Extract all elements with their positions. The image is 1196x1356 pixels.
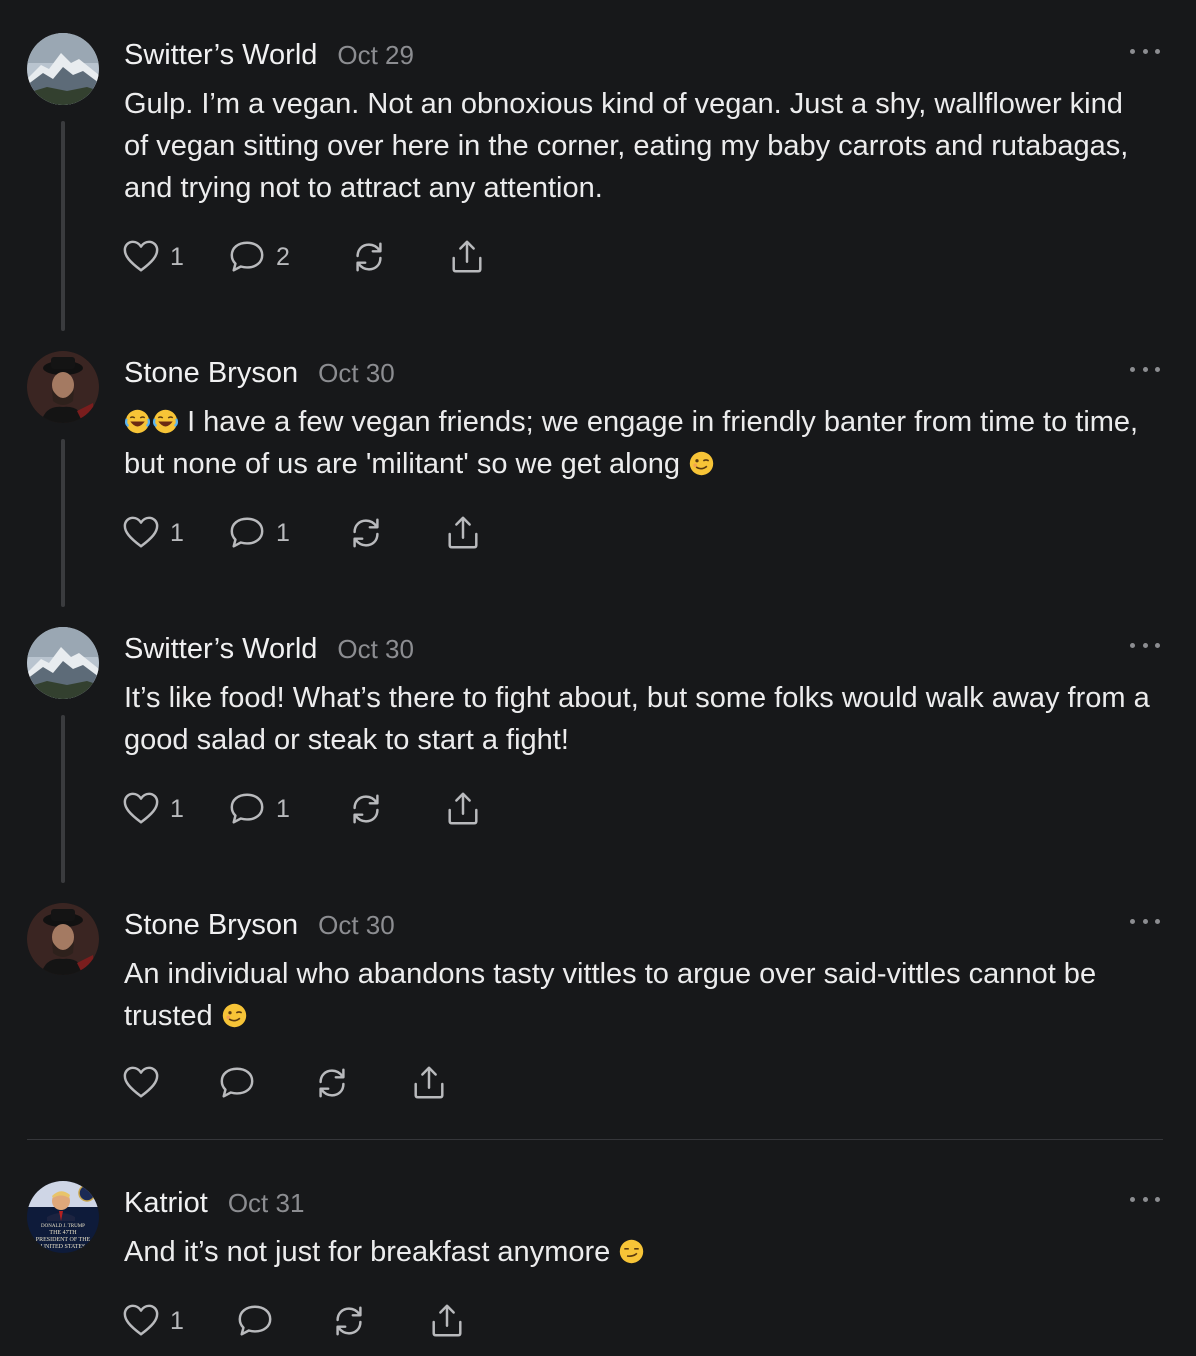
reply-count: 2	[276, 242, 290, 271]
man-in-hat-avatar[interactable]	[27, 903, 99, 975]
reply-button[interactable]: 1	[228, 789, 290, 829]
share-icon	[410, 1064, 448, 1102]
like-count: 1	[170, 518, 184, 547]
like-button[interactable]	[122, 1063, 170, 1103]
author-name[interactable]: Stone Bryson Oct 30	[124, 907, 395, 943]
author-name[interactable]: Katriot Oct 31	[124, 1185, 304, 1221]
author-name-text[interactable]: Switter’s World	[124, 633, 317, 665]
post-date: Oct 30	[337, 634, 414, 664]
more-options-icon[interactable]	[1130, 913, 1160, 929]
post-date: Oct 30	[318, 358, 395, 388]
reply-count: 1	[276, 794, 290, 823]
author-name[interactable]: Switter’s World Oct 30	[124, 631, 414, 667]
post-text: It’s like food! What’s there to fight ab…	[124, 677, 1154, 761]
share-button[interactable]	[444, 789, 482, 829]
reply-button[interactable]: 1	[228, 513, 290, 553]
man-in-hat-avatar[interactable]	[27, 351, 99, 423]
post-text-content: It’s like food! What’s there to fight ab…	[124, 682, 1150, 756]
share-button[interactable]	[428, 1301, 466, 1341]
comment-icon	[218, 1064, 256, 1102]
repost-button[interactable]	[347, 513, 385, 553]
post-date: Oct 29	[337, 40, 414, 70]
repost-button[interactable]	[347, 789, 385, 829]
share-icon	[428, 1302, 466, 1340]
mountain-avatar[interactable]	[27, 33, 99, 105]
heart-icon	[122, 1302, 160, 1340]
heart-icon	[122, 1064, 160, 1102]
share-icon	[444, 514, 482, 552]
post-text: I have a few vegan friends; we engage in…	[124, 401, 1154, 485]
author-name-text[interactable]: Switter’s World	[124, 39, 317, 71]
repost-icon	[350, 238, 388, 276]
comment-icon	[228, 514, 266, 552]
heart-icon	[122, 514, 160, 552]
avatar-caption: THE 47TH	[49, 1230, 77, 1236]
winking-emoji	[688, 450, 715, 477]
reply-button[interactable]	[236, 1301, 274, 1341]
like-count: 1	[170, 242, 184, 271]
share-icon	[444, 790, 482, 828]
comment-icon	[228, 238, 266, 276]
reply-count: 1	[276, 518, 290, 547]
portrait-avatar[interactable]: DONALD J. TRUMP THE 47TH PRESIDENT OF TH…	[27, 1181, 99, 1253]
share-button[interactable]	[410, 1063, 448, 1103]
repost-icon	[313, 1064, 351, 1102]
post-text-content: An individual who abandons tasty vittles…	[124, 958, 1097, 1032]
reply-button[interactable]	[218, 1063, 256, 1103]
avatar-caption: PRESIDENT OF THE	[36, 1237, 91, 1243]
more-options-icon[interactable]	[1130, 1191, 1160, 1207]
like-button[interactable]: 1	[122, 1301, 184, 1341]
smirking-emoji	[618, 1238, 645, 1265]
like-button[interactable]: 1	[122, 789, 184, 829]
more-options-icon[interactable]	[1130, 361, 1160, 377]
avatar-caption: UNITED STATES	[41, 1244, 86, 1250]
like-button[interactable]: 1	[122, 513, 184, 553]
avatar-caption: DONALD J. TRUMP	[41, 1224, 85, 1229]
author-name-text[interactable]: Stone Bryson	[124, 357, 298, 389]
like-count: 1	[170, 1306, 184, 1335]
share-button[interactable]	[448, 237, 486, 277]
winking-emoji	[221, 1002, 248, 1029]
post-text-content: I have a few vegan friends; we engage in…	[124, 406, 1139, 480]
author-name-text[interactable]: Stone Bryson	[124, 909, 298, 941]
divider	[27, 1139, 1163, 1140]
repost-button[interactable]	[330, 1301, 368, 1341]
post-date: Oct 30	[318, 910, 395, 940]
repost-button[interactable]	[350, 237, 388, 277]
like-count: 1	[170, 794, 184, 823]
laughing-emoji	[124, 408, 151, 435]
post-text: An individual who abandons tasty vittles…	[124, 953, 1154, 1037]
heart-icon	[122, 790, 160, 828]
thread-line	[61, 715, 65, 883]
repost-icon	[347, 514, 385, 552]
author-name[interactable]: Switter’s World Oct 29	[124, 37, 414, 73]
post-date: Oct 31	[227, 1188, 305, 1218]
repost-button[interactable]	[313, 1063, 351, 1103]
repost-icon	[330, 1302, 368, 1340]
laughing-emoji	[152, 408, 179, 435]
post-text: Gulp. I’m a vegan. Not an obnoxious kind…	[124, 83, 1154, 209]
post-text-content: Gulp. I’m a vegan. Not an obnoxious kind…	[124, 88, 1129, 204]
share-button[interactable]	[444, 513, 482, 553]
more-options-icon[interactable]	[1130, 43, 1160, 59]
repost-icon	[347, 790, 385, 828]
post-text: And it’s not just for breakfast anymore	[124, 1231, 1154, 1273]
reply-button[interactable]: 2	[228, 237, 290, 277]
comment-icon	[228, 790, 266, 828]
comment-icon	[236, 1302, 274, 1340]
author-name-text[interactable]: Katriot	[124, 1187, 208, 1219]
share-icon	[448, 238, 486, 276]
post-text-content: And it’s not just for breakfast anymore	[124, 1236, 611, 1268]
mountain-avatar[interactable]	[27, 627, 99, 699]
more-options-icon[interactable]	[1130, 637, 1160, 653]
heart-icon	[122, 238, 160, 276]
thread-line	[61, 121, 65, 331]
author-name[interactable]: Stone Bryson Oct 30	[124, 355, 395, 391]
thread-line	[61, 439, 65, 607]
like-button[interactable]: 1	[122, 237, 184, 277]
